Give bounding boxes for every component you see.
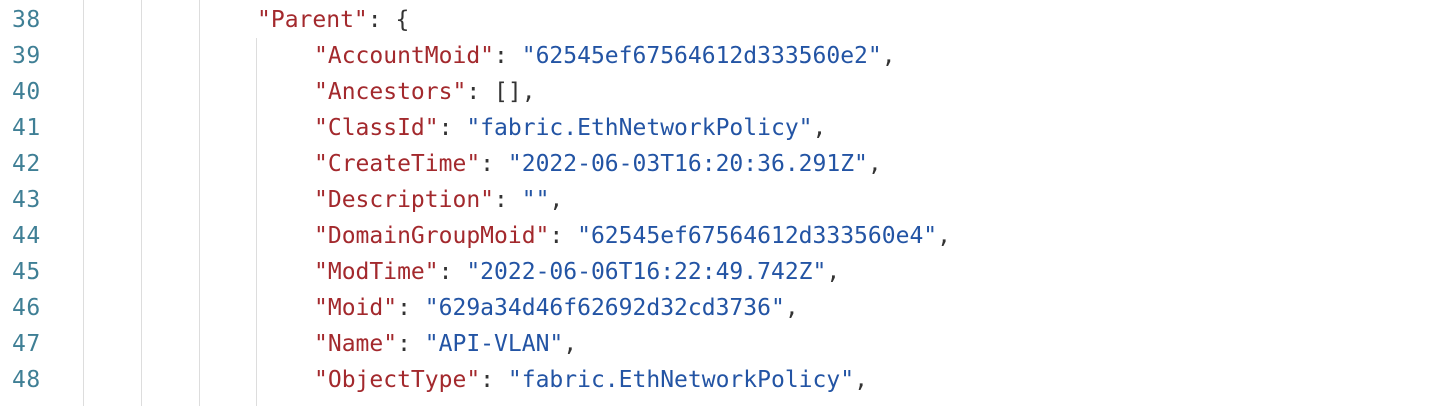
json-separator: : bbox=[494, 187, 522, 213]
json-separator: : bbox=[438, 115, 467, 141]
json-value: [] bbox=[494, 79, 522, 105]
code-line[interactable]: "ModTime": "2022-06-06T16:22:49.742Z", bbox=[0, 254, 1438, 290]
json-key: "Name" bbox=[314, 331, 398, 357]
json-comma: , bbox=[937, 223, 951, 249]
code-line[interactable]: "ClassId": "fabric.EthNetworkPolicy", bbox=[0, 110, 1438, 146]
json-value: "API-VLAN" bbox=[424, 331, 564, 357]
json-key: "Moid" bbox=[314, 295, 398, 321]
json-key: "CreateTime" bbox=[314, 151, 481, 177]
json-value: "" bbox=[521, 187, 550, 213]
json-comma: , bbox=[854, 367, 868, 393]
json-comma: , bbox=[521, 79, 536, 105]
json-value: "2022-06-03T16:20:36.291Z" bbox=[507, 151, 868, 177]
json-separator: : bbox=[480, 151, 508, 177]
code-line[interactable]: "ObjectType": "fabric.EthNetworkPolicy", bbox=[0, 362, 1438, 398]
code-editor[interactable]: 38 39 40 41 42 43 44 45 46 47 48 "Parent": {"Accou… bbox=[0, 0, 1438, 406]
json-value: "629a34d46f62692d32cd3736" bbox=[424, 295, 785, 321]
json-separator: : bbox=[549, 223, 578, 249]
json-key: "Ancestors" bbox=[314, 79, 467, 105]
code-content[interactable]: "Parent": {"AccountMoid": "62545ef675646… bbox=[0, 2, 1438, 398]
json-separator: : bbox=[494, 43, 522, 69]
code-line[interactable]: "Moid": "629a34d46f62692d32cd3736", bbox=[0, 290, 1438, 326]
json-key: "ClassId" bbox=[314, 115, 439, 141]
json-separator: : bbox=[480, 367, 508, 393]
json-separator: : bbox=[397, 295, 425, 321]
code-line[interactable]: "Ancestors": [], bbox=[0, 74, 1438, 110]
json-comma: , bbox=[784, 295, 799, 321]
json-separator: : bbox=[397, 331, 425, 357]
json-value: "2022-06-06T16:22:49.742Z" bbox=[466, 259, 827, 285]
json-open-brace: { bbox=[395, 7, 410, 33]
code-line[interactable]: "Name": "API-VLAN", bbox=[0, 326, 1438, 362]
code-line[interactable]: "Parent": { bbox=[0, 2, 1438, 38]
json-comma: , bbox=[812, 115, 827, 141]
json-comma: , bbox=[881, 43, 896, 69]
json-key: "Description" bbox=[314, 187, 495, 213]
json-comma: , bbox=[867, 151, 882, 177]
json-value: "62545ef67564612d333560e4" bbox=[577, 223, 938, 249]
json-separator: : bbox=[438, 259, 467, 285]
json-separator: : bbox=[367, 7, 396, 33]
json-value: "fabric.EthNetworkPolicy" bbox=[507, 367, 855, 393]
code-line[interactable]: "DomainGroupMoid": "62545ef67564612d3335… bbox=[0, 218, 1438, 254]
json-key: "Parent" bbox=[257, 7, 368, 33]
json-key: "ObjectType" bbox=[314, 367, 481, 393]
json-key: "AccountMoid" bbox=[314, 43, 495, 69]
json-separator: : bbox=[466, 79, 495, 105]
json-key: "ModTime" bbox=[314, 259, 439, 285]
code-line[interactable]: "Description": "", bbox=[0, 182, 1438, 218]
code-line[interactable]: "CreateTime": "2022-06-03T16:20:36.291Z"… bbox=[0, 146, 1438, 182]
code-line[interactable]: "AccountMoid": "62545ef67564612d333560e2… bbox=[0, 38, 1438, 74]
json-comma: , bbox=[563, 331, 578, 357]
json-comma: , bbox=[826, 259, 841, 285]
json-value: "62545ef67564612d333560e2" bbox=[521, 43, 882, 69]
json-comma: , bbox=[549, 187, 564, 213]
json-key: "DomainGroupMoid" bbox=[314, 223, 550, 249]
json-value: "fabric.EthNetworkPolicy" bbox=[466, 115, 813, 141]
